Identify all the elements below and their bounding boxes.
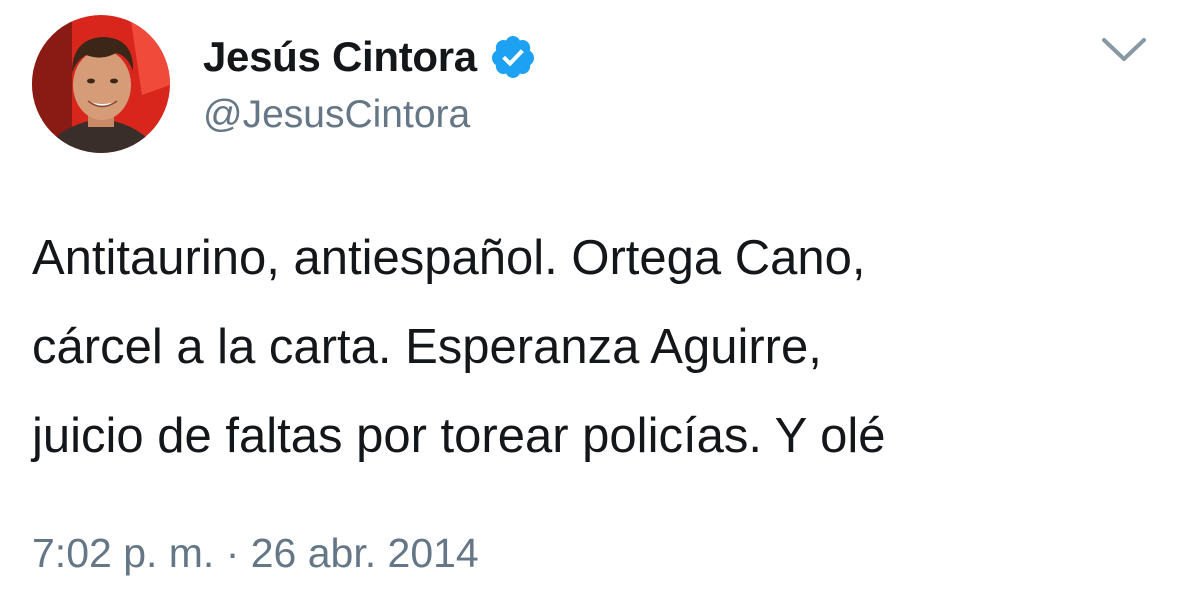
author-name-row: Jesús Cintora xyxy=(203,27,537,87)
tweet-timestamp[interactable]: 7:02 p. m. · 26 abr. 2014 xyxy=(32,530,479,577)
tweet-text-line: Antitaurino, antiespañol. Ortega Cano, xyxy=(32,231,866,285)
author-display-name[interactable]: Jesús Cintora xyxy=(203,33,477,81)
author-handle[interactable]: @JesusCintora xyxy=(203,93,470,137)
tweet-card: Jesús Cintora @JesusCintora Antitaurino,… xyxy=(0,0,1183,600)
tweet-text: Antitaurino, antiespañol. Ortega Cano, c… xyxy=(32,214,1142,481)
profile-photo-icon xyxy=(32,15,170,153)
chevron-down-icon xyxy=(1102,38,1146,61)
avatar[interactable] xyxy=(32,15,170,153)
tweet-text-line: juicio de faltas por torear policías. Y … xyxy=(32,409,886,463)
verified-badge-icon xyxy=(489,33,537,81)
tweet-text-line: cárcel a la carta. Esperanza Aguirre, xyxy=(32,320,822,374)
tweet-menu-button[interactable] xyxy=(1098,32,1150,66)
